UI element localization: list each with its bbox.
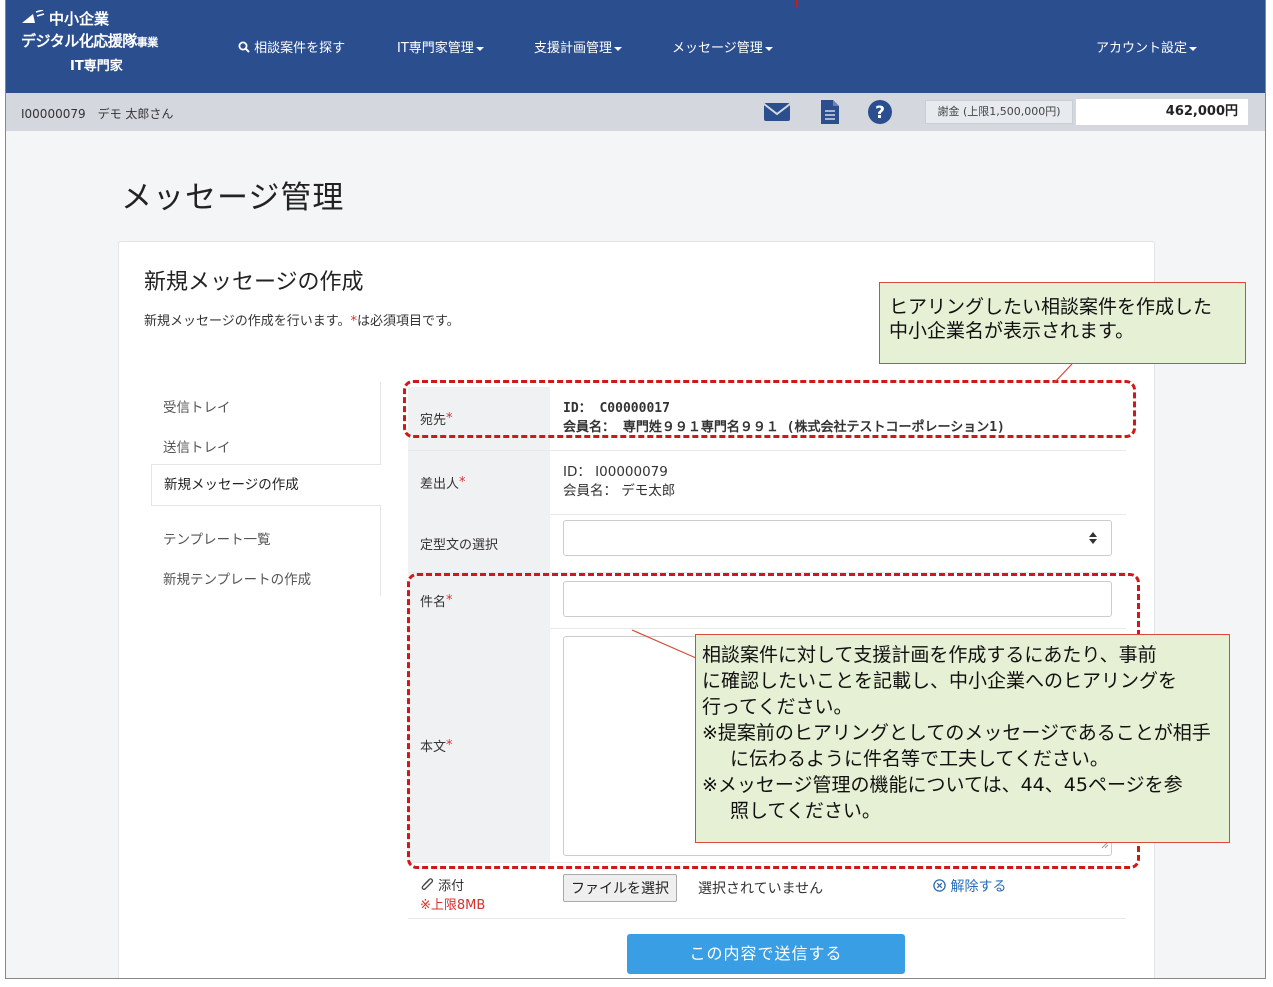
- nav-account-label: アカウント設定: [1096, 41, 1188, 56]
- callout-body-line1: 相談案件に対して支援計画を作成するにあたり、事前: [702, 644, 1157, 666]
- side-item-sent[interactable]: 送信トレイ: [151, 436, 381, 456]
- logo-text-line2: デジタル化応援隊: [21, 32, 137, 50]
- top-navbar: 中小企業 デジタル化応援隊事業 IT専門家 相談案件を探す IT専門家管理 支援…: [6, 0, 1265, 93]
- page-title: メッセージ管理: [121, 180, 345, 216]
- side-item-templates[interactable]: テンプレート一覧: [151, 528, 381, 548]
- logo-text-small: 事業: [136, 36, 159, 49]
- logo-text-line1: 中小企業: [49, 10, 110, 28]
- side-item-new-template[interactable]: 新規テンプレートの作成: [151, 568, 381, 588]
- logo-role: IT専門家: [70, 59, 123, 74]
- attachment-limit: ※上限8MB: [420, 898, 486, 913]
- nav-account-settings[interactable]: アカウント設定: [1096, 37, 1198, 56]
- nav-it-expert-label: IT専門家管理: [397, 41, 474, 56]
- recipient-highlight-box: [403, 380, 1136, 438]
- attachment-text: 添付: [438, 879, 465, 894]
- caret-down-icon: [1189, 46, 1198, 51]
- clear-attachment-link[interactable]: 解除する: [933, 876, 1006, 896]
- fee-limit-label: 謝金 (上限1,500,000円): [925, 100, 1073, 124]
- red-tick-mark: [796, 0, 798, 7]
- fee-value: 462,000円: [1076, 99, 1248, 125]
- callout-body-line5: に伝わるように件名等で工夫してください。: [730, 748, 1109, 770]
- document-icon[interactable]: [816, 99, 844, 125]
- circle-x-icon: [933, 879, 946, 895]
- nav-message-label: メッセージ管理: [672, 41, 763, 56]
- file-status: 選択されていません: [698, 881, 824, 897]
- nav-it-expert-management[interactable]: IT専門家管理: [397, 37, 484, 56]
- help-icon[interactable]: ?: [866, 99, 894, 125]
- side-item-inbox[interactable]: 受信トレイ: [151, 396, 381, 416]
- nav-support-plan-management[interactable]: 支援計画管理: [534, 37, 623, 56]
- envelope-icon[interactable]: [763, 99, 791, 125]
- callout-body-line6: ※メッセージ管理の機能については、44、45ページを参: [702, 774, 1183, 796]
- svg-text:?: ?: [875, 103, 885, 123]
- callout-recipient-line1: ヒアリングしたい相談案件を作成した: [889, 296, 1213, 318]
- from-label: 差出人 *: [408, 451, 550, 514]
- caret-down-icon: [764, 46, 773, 51]
- side-item-new-message[interactable]: 新規メッセージの作成: [151, 464, 381, 506]
- callout-body-line7: 照してください。: [730, 800, 881, 822]
- user-info-bar: I00000079 デモ 太郎さん ? 謝金 (上限1,500,000円) 46…: [6, 93, 1265, 131]
- side-menu-divider: [380, 382, 381, 464]
- logo-mark-icon: [21, 8, 45, 28]
- callout-body-note: 相談案件に対して支援計画を作成するにあたり、事前 に確認したいことを記載し、中小…: [695, 634, 1230, 843]
- callout-recipient-note: ヒアリングしたい相談案件を作成した 中小企業名が表示されます。: [879, 282, 1246, 364]
- caret-down-icon: [614, 46, 623, 51]
- template-select[interactable]: [563, 520, 1112, 556]
- callout-body-line4: ※提案前のヒアリングとしてのメッセージであることが相手: [702, 722, 1211, 744]
- user-id-name: I00000079 デモ 太郎さん: [21, 107, 174, 121]
- app-frame: 中小企業 デジタル化応援隊事業 IT専門家 相談案件を探す IT専門家管理 支援…: [5, 0, 1266, 979]
- card-title: 新規メッセージの作成: [144, 270, 364, 295]
- site-logo[interactable]: 中小企業 デジタル化応援隊事業 IT専門家: [21, 8, 211, 74]
- template-select-label: 定型文の選択: [408, 514, 550, 572]
- nav-support-plan-label: 支援計画管理: [534, 41, 613, 56]
- nav-search-cases-label: 相談案件を探す: [254, 41, 346, 56]
- sender-name: 会員名： デモ太郎: [563, 483, 676, 499]
- search-icon: [238, 41, 250, 56]
- select-arrows-icon: [1089, 530, 1097, 549]
- description-text: 新規メッセージの作成を行います。: [144, 314, 351, 329]
- callout-body-line2: に確認したいことを記載し、中小企業へのヒアリングを: [702, 670, 1178, 692]
- send-message-button[interactable]: この内容で送信する: [627, 934, 905, 974]
- form-row-template: 定型文の選択: [408, 514, 1126, 573]
- choose-file-button[interactable]: ファイルを選択: [563, 874, 677, 902]
- attachment-label: 添付 ※上限8MB: [408, 870, 550, 918]
- clear-attachment-label: 解除する: [950, 879, 1007, 895]
- caret-down-icon: [475, 46, 484, 51]
- card-description: 新規メッセージの作成を行います。*は必須項目です。: [144, 310, 460, 329]
- description-text-after: は必須項目です。: [356, 314, 460, 329]
- nav-message-management[interactable]: メッセージ管理: [672, 37, 773, 56]
- callout-recipient-line2: 中小企業名が表示されます。: [889, 320, 1135, 342]
- callout-body-line3: 行ってください。: [702, 696, 853, 718]
- sender-id: ID： I00000079: [563, 464, 668, 480]
- sender-value: ID： I00000079 会員名： デモ太郎: [563, 463, 675, 501]
- nav-search-cases[interactable]: 相談案件を探す: [238, 37, 345, 56]
- form-row-from: 差出人 * ID： I00000079 会員名： デモ太郎: [408, 451, 1126, 515]
- paperclip-icon: [420, 878, 438, 894]
- side-menu-divider: [380, 506, 381, 596]
- form-row-attachment: 添付 ※上限8MB ファイルを選択 選択されていません 解除する: [408, 870, 1126, 919]
